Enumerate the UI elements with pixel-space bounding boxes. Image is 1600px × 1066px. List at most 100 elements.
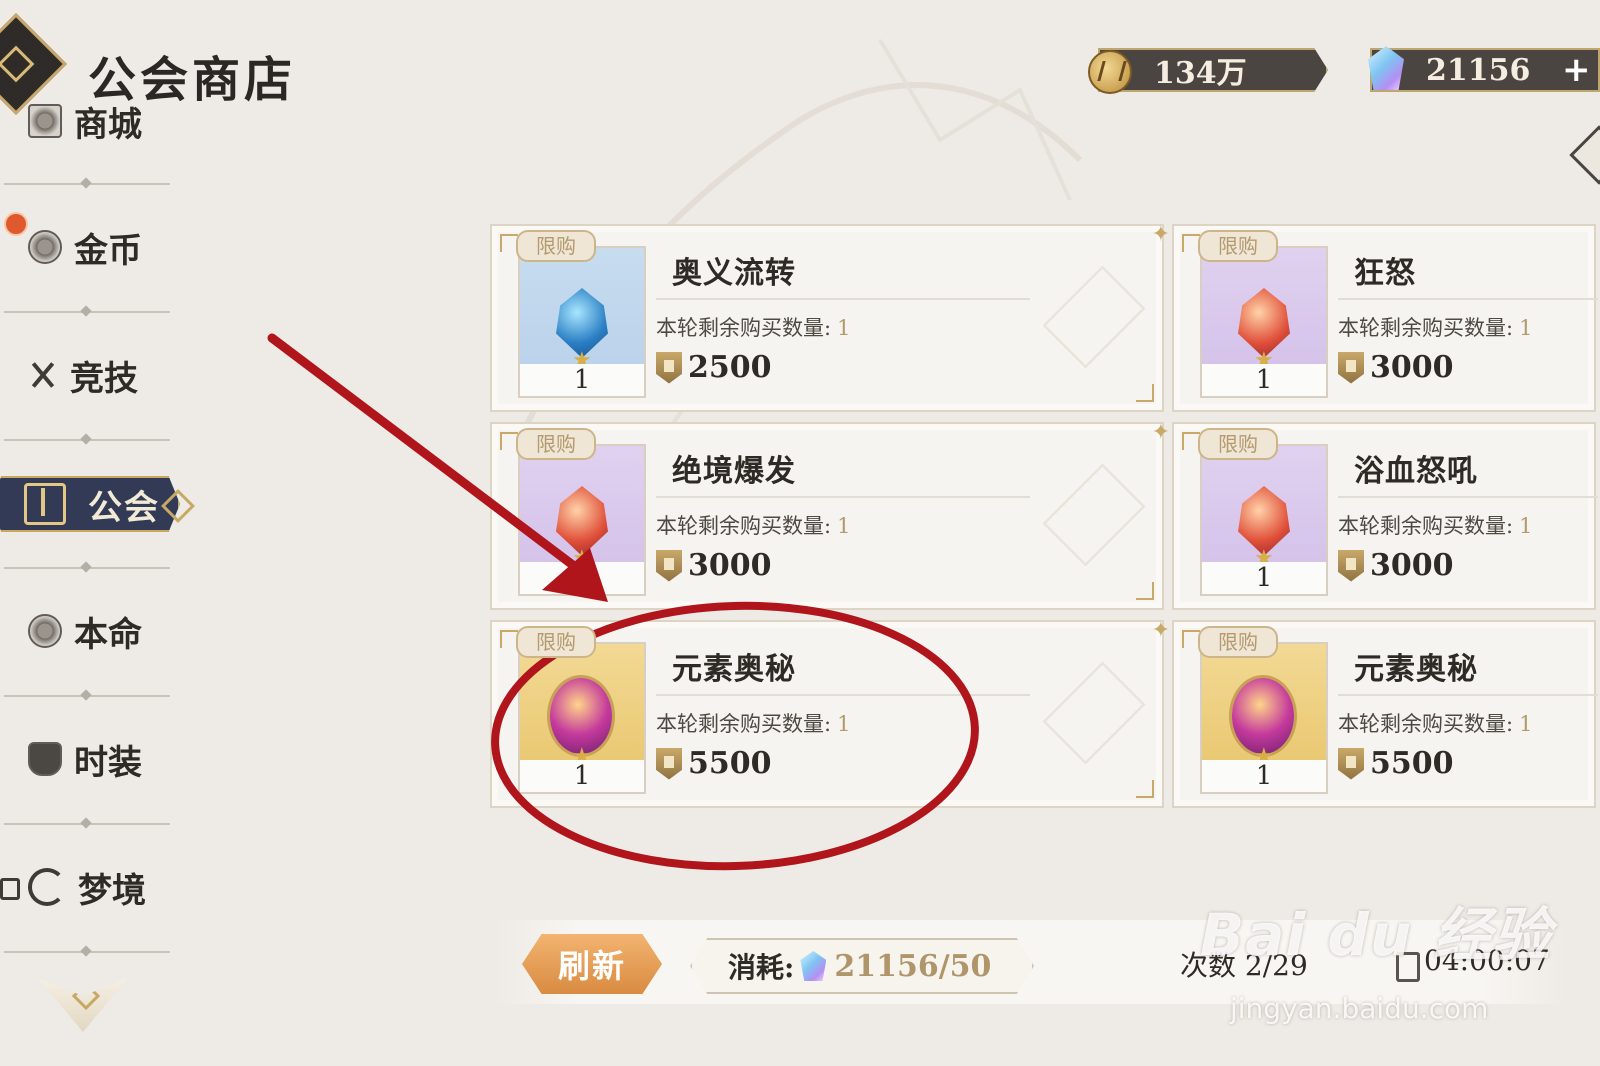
item-name: 元素奥秘 <box>1354 652 1478 687</box>
refresh-cost: 消耗: 21156/50 <box>690 938 1034 994</box>
remaining-value: 1 <box>1519 316 1533 340</box>
item-name: 绝境爆发 <box>672 454 796 489</box>
item-name: 奥义流转 <box>672 256 796 291</box>
sidebar-item-label: 金币 <box>74 230 142 271</box>
nav-divider <box>4 439 170 441</box>
price-value: 5500 <box>1370 746 1454 781</box>
remaining-label: 本轮剩余购买数量: <box>656 316 832 340</box>
limited-tag: 限购 <box>1198 230 1278 262</box>
item-quantity: 1 <box>1202 364 1326 396</box>
item-thumbnail[interactable]: ★ 1 <box>518 246 646 398</box>
element-egg-icon <box>550 678 612 754</box>
shop-item-card[interactable]: ★ 1 限购 狂怒 本轮剩余购买数量: 1 3000 <box>1172 224 1598 412</box>
divider <box>1338 298 1598 300</box>
item-thumbnail[interactable]: ★ 1 <box>1200 246 1328 398</box>
watermark: Bai du 经验 jingyan.baidu.com <box>1200 888 1551 1025</box>
sidebar-item-destiny[interactable]: 本命 <box>28 606 142 656</box>
item-price: 2500 <box>656 350 772 385</box>
shop-item-card[interactable]: ✦ ★ 1 限购 元素奥秘 本轮剩余购买数量: 1 5500 <box>490 618 1170 808</box>
crest-decoration <box>1042 463 1146 567</box>
remaining-count: 本轮剩余购买数量: 1 <box>1338 708 1532 738</box>
remaining-value: 1 <box>1519 514 1533 538</box>
remaining-label: 本轮剩余购买数量: <box>656 514 832 538</box>
remaining-label: 本轮剩余购买数量: <box>656 712 832 736</box>
gift-icon <box>28 104 62 138</box>
scroll-down-button[interactable] <box>38 978 128 1032</box>
hat-icon <box>28 742 62 776</box>
divider <box>1338 694 1598 696</box>
diamond-gem-icon <box>800 951 827 981</box>
sidebar-item-label: 公会 <box>88 487 160 528</box>
guild-banner-icon <box>24 483 66 525</box>
item-price: 5500 <box>656 746 772 781</box>
card-corner <box>1136 780 1154 798</box>
sidebar-item-arena[interactable]: 竞技 <box>28 350 138 400</box>
price-value: 5500 <box>688 746 772 781</box>
item-thumbnail[interactable]: ★ 1 <box>518 444 646 596</box>
limited-tag: 限购 <box>516 428 596 460</box>
notification-dot <box>4 212 28 236</box>
sparkle-icon: ✦ <box>1151 222 1170 247</box>
shop-item-card[interactable]: ✦ ★ 1 限购 绝境爆发 本轮剩余购买数量: 1 3000 <box>490 420 1170 610</box>
remaining-count: 本轮剩余购买数量: 1 <box>1338 312 1532 342</box>
item-thumbnail[interactable]: ★ 1 <box>518 642 646 794</box>
crest-decoration <box>1042 661 1146 765</box>
sidebar-item-label: 梦境 <box>78 870 146 911</box>
sidebar-item-fashion[interactable]: 时装 <box>28 734 142 784</box>
guild-medal-icon <box>1338 747 1364 780</box>
refresh-button[interactable]: 刷新 <box>522 934 662 994</box>
sidebar-nav: 商城 金币 竞技 公会 本命 时装 梦境 <box>0 0 225 1066</box>
remaining-count: 本轮剩余购买数量: 1 <box>656 708 850 738</box>
guild-medal-icon <box>1338 549 1364 582</box>
nav-divider <box>4 695 170 697</box>
nav-divider <box>4 183 170 185</box>
watermark-url: jingyan.baidu.com <box>1230 992 1489 1025</box>
remaining-label: 本轮剩余购买数量: <box>1338 514 1514 538</box>
item-price: 3000 <box>1338 350 1454 385</box>
limited-tag: 限购 <box>1198 626 1278 658</box>
remaining-value: 1 <box>837 514 851 538</box>
limited-tag: 限购 <box>516 230 596 262</box>
item-thumbnail[interactable]: ★ 1 <box>1200 444 1328 596</box>
item-quantity: 1 <box>1202 760 1326 792</box>
item-name: 浴血怒吼 <box>1354 454 1478 489</box>
divider <box>656 694 1030 696</box>
sidebar-item-label: 时装 <box>74 742 142 783</box>
remaining-count: 本轮剩余购买数量: 1 <box>656 510 850 540</box>
sidebar-item-label: 本命 <box>74 614 142 655</box>
gem-amount: 21156 <box>1426 52 1531 88</box>
guild-medal-icon <box>656 747 682 780</box>
remaining-value: 1 <box>837 316 851 340</box>
crossed-swords-icon <box>28 360 58 390</box>
nav-divider <box>4 823 170 825</box>
item-thumbnail[interactable]: ★ 1 <box>1200 642 1328 794</box>
remaining-count: 本轮剩余购买数量: 1 <box>1338 510 1532 540</box>
limited-tag: 限购 <box>1198 428 1278 460</box>
shop-item-card[interactable]: ✦ ★ 1 限购 奥义流转 本轮剩余购买数量: 1 2500 <box>490 222 1170 412</box>
lock-icon <box>0 878 20 900</box>
shop-item-card[interactable]: ★ 1 限购 元素奥秘 本轮剩余购买数量: 1 5500 <box>1172 620 1598 808</box>
sparkle-icon: ✦ <box>1151 618 1170 643</box>
cost-value: 21156/50 <box>834 948 992 984</box>
divider <box>1338 496 1598 498</box>
sidebar-item-gold[interactable]: 金币 <box>28 222 142 272</box>
sidebar-item-guild[interactable]: 公会 <box>0 476 180 532</box>
nav-divider <box>4 311 170 313</box>
element-egg-icon <box>1232 678 1294 754</box>
moon-icon <box>28 868 66 906</box>
sidebar-item-dreamland[interactable]: 梦境 <box>28 862 146 912</box>
remaining-label: 本轮剩余购买数量: <box>1338 712 1514 736</box>
add-gems-button[interactable]: + <box>1562 50 1591 90</box>
coin-icon <box>28 230 62 264</box>
cost-label: 消耗: <box>728 951 795 984</box>
sparkle-icon: ✦ <box>1151 420 1170 445</box>
emblem-icon <box>28 614 62 648</box>
side-panel-toggle[interactable] <box>1569 125 1600 185</box>
shop-item-card[interactable]: ★ 1 限购 浴血怒吼 本轮剩余购买数量: 1 3000 <box>1172 422 1598 610</box>
crest-decoration <box>1042 265 1146 369</box>
item-price: 5500 <box>1338 746 1454 781</box>
sidebar-item-mall[interactable]: 商城 <box>28 96 142 146</box>
item-price: 3000 <box>1338 548 1454 583</box>
price-value: 3000 <box>688 548 772 583</box>
item-name: 狂怒 <box>1354 256 1416 291</box>
